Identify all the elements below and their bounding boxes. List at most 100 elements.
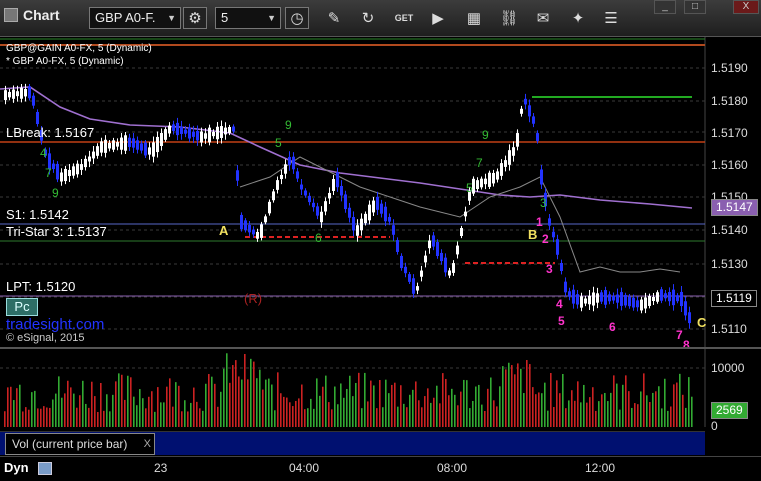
volume-bar — [574, 400, 576, 427]
candle-body — [560, 262, 563, 272]
tristar-label: Tri-Star 3: 1.5137 — [6, 224, 107, 239]
candle-body — [180, 126, 183, 134]
volume-bar — [619, 409, 621, 427]
volume-bar — [259, 369, 261, 427]
clock-icon[interactable]: ◷ — [285, 7, 309, 29]
volume-bar — [643, 373, 645, 427]
lpt-label: LPT: 1.5120 — [6, 279, 76, 294]
volume-chart[interactable] — [0, 349, 761, 427]
time-axis[interactable]: Dyn 23 04:00 08:00 12:00 — [0, 456, 761, 481]
candle-body — [564, 281, 567, 293]
volume-bar — [181, 411, 183, 427]
volume-bar — [10, 386, 12, 427]
play-icon[interactable]: ▶ — [426, 7, 450, 29]
candle-body — [256, 231, 259, 239]
volume-bar — [256, 378, 258, 427]
chat-icon[interactable]: ✉ — [531, 7, 555, 29]
candle-body — [320, 211, 323, 223]
pc-button[interactable]: Pc — [6, 298, 38, 316]
volume-study-label[interactable]: Vol (current price bar) X — [5, 433, 155, 455]
volume-bar — [67, 380, 69, 427]
symbol-value: GBP A0-F. — [95, 10, 156, 25]
symbol-select[interactable]: GBP A0-F. ▼ — [89, 7, 181, 29]
volume-bar — [568, 400, 570, 427]
time-label: 08:00 — [437, 461, 468, 475]
volume-bar — [103, 410, 105, 427]
lock-icon[interactable] — [38, 462, 52, 475]
volume-bar — [475, 386, 477, 427]
volume-pane[interactable]: 10000 2569 0 — [0, 349, 761, 433]
volume-bar — [454, 394, 456, 427]
candle-body — [84, 158, 87, 168]
volume-bar — [517, 363, 519, 427]
candle-body — [164, 129, 167, 140]
volume-bar — [487, 388, 489, 427]
volume-bar — [241, 379, 243, 427]
candle-body — [364, 213, 367, 224]
price-gridlines — [0, 67, 705, 330]
candle-body — [20, 87, 23, 99]
volume-bar — [136, 405, 138, 427]
volume-bar — [346, 388, 348, 427]
link-icon[interactable]: ⛓ — [497, 7, 521, 29]
candle-body — [168, 125, 171, 134]
volume-bar — [526, 360, 528, 427]
candle-body — [152, 142, 155, 157]
menu-icon[interactable]: ☰ — [599, 7, 623, 29]
twitter-icon[interactable]: ✦ — [566, 7, 590, 29]
volume-bar — [625, 375, 627, 427]
price-chart-pane[interactable]: 4 7 9 9 5 6 9 7 5 3 A B C (R) 1 2 3 4 5 … — [0, 37, 761, 352]
pink-count: 3 — [546, 262, 553, 276]
dyn-button[interactable]: Dyn — [4, 460, 29, 475]
candle-body — [460, 228, 463, 236]
get-icon[interactable]: GET — [392, 7, 416, 29]
candle-body — [628, 296, 631, 307]
volume-bar — [94, 396, 96, 427]
volume-bar — [343, 397, 345, 427]
minimize-button[interactable]: _ — [654, 0, 676, 14]
candle-body — [616, 294, 619, 303]
volume-bars — [4, 353, 693, 427]
candle-body — [424, 255, 427, 263]
volume-bar — [250, 358, 252, 427]
candle-body — [196, 130, 199, 141]
candle-body — [192, 131, 195, 137]
candle-body — [280, 174, 283, 180]
candle-body — [552, 231, 555, 238]
pencil-icon[interactable]: ✎ — [322, 7, 346, 29]
volume-bar — [361, 408, 363, 427]
volume-bar — [226, 353, 228, 427]
volume-bar — [385, 379, 387, 427]
volume-bar — [199, 408, 201, 427]
interval-select[interactable]: 5 ▼ — [215, 7, 281, 29]
candle-body — [512, 147, 515, 156]
candle-body — [556, 239, 559, 255]
restore-button[interactable]: □ — [684, 0, 706, 14]
candle-body — [208, 127, 211, 143]
volume-bar — [151, 391, 153, 427]
candle-body — [252, 229, 255, 235]
volume-bar — [235, 360, 237, 427]
candle-body — [432, 235, 435, 247]
calendar-icon[interactable]: ▦ — [462, 7, 486, 29]
close-button[interactable]: X — [733, 0, 759, 14]
volume-bar — [451, 388, 453, 427]
candle-body — [452, 263, 455, 273]
gear-icon[interactable]: ⚙ — [183, 7, 207, 29]
volume-bar — [418, 400, 420, 427]
candle-body — [100, 141, 103, 153]
close-icon[interactable]: X — [144, 434, 151, 454]
volume-bar — [190, 402, 192, 427]
volume-bar — [541, 393, 543, 427]
candle-body — [420, 270, 423, 277]
green-count: 9 — [482, 128, 489, 142]
refresh-icon[interactable]: ↻ — [356, 7, 380, 29]
volume-bar — [127, 375, 129, 427]
green-count: 9 — [285, 118, 292, 132]
volume-bar — [478, 384, 480, 427]
volume-bar — [376, 408, 378, 427]
price-chart[interactable]: 4 7 9 9 5 6 9 7 5 3 A B C (R) 1 2 3 4 5 … — [0, 37, 761, 352]
candle-body — [356, 225, 359, 236]
volume-bar — [358, 372, 360, 427]
volume-bar — [613, 375, 615, 427]
